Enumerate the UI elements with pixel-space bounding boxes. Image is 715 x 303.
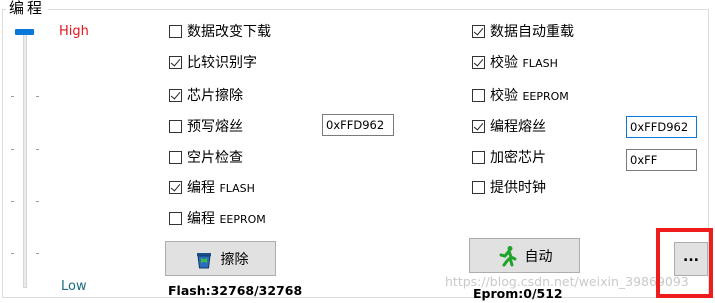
checkbox-label-suffix: EEPROM bbox=[219, 213, 266, 226]
slider-tick bbox=[11, 149, 14, 150]
slider-tick bbox=[36, 149, 39, 150]
checkbox-label-text: 校验 bbox=[490, 88, 518, 104]
checkbox-box[interactable] bbox=[169, 55, 182, 69]
erase-button-label: 擦除 bbox=[220, 251, 249, 268]
programming-group bbox=[2, 9, 709, 298]
checkbox-compare-id[interactable]: 比较识别字 bbox=[169, 53, 257, 71]
checkbox-label: 校验 EEPROM bbox=[490, 85, 569, 105]
checkbox-verify-eeprom[interactable]: 校验 EEPROM bbox=[472, 86, 569, 104]
highlight-box bbox=[656, 228, 713, 298]
flash-status: Flash:32768/32768 bbox=[168, 283, 303, 298]
checkbox-label-text: 编程 bbox=[187, 211, 215, 227]
slider-tick bbox=[11, 201, 14, 202]
checkbox-program-flash[interactable]: 编程 FLASH bbox=[169, 178, 255, 196]
checkbox-label-suffix: FLASH bbox=[219, 182, 255, 195]
checkbox-program-fuse[interactable]: 编程熔丝 bbox=[472, 117, 546, 135]
checkbox-blank-check[interactable]: 空片检查 bbox=[169, 148, 243, 166]
slider-tick bbox=[11, 253, 14, 254]
checkbox-box[interactable] bbox=[169, 88, 182, 102]
level-slider-track[interactable] bbox=[23, 30, 27, 288]
checkbox-label-text: 编程 bbox=[187, 180, 215, 196]
checkbox-label-suffix: EEPROM bbox=[522, 90, 569, 103]
checkbox-provide-clock[interactable]: 提供时钟 bbox=[472, 178, 546, 196]
checkbox-label-text: 校验 bbox=[490, 55, 518, 71]
checkbox-label: 编程 EEPROM bbox=[187, 208, 266, 228]
checkbox-box[interactable] bbox=[472, 150, 485, 164]
checkbox-box[interactable] bbox=[169, 211, 182, 225]
auto-button-label: 自动 bbox=[524, 248, 553, 265]
checkbox-label: 校验 FLASH bbox=[490, 52, 558, 72]
checkbox-label: 空片检查 bbox=[187, 150, 243, 166]
checkbox-auto-reload[interactable]: 数据自动重载 bbox=[472, 22, 574, 40]
checkbox-program-eeprom[interactable]: 编程 EEPROM bbox=[169, 209, 266, 227]
checkbox-label: 预写熔丝 bbox=[187, 119, 243, 135]
checkbox-box[interactable] bbox=[472, 24, 485, 38]
group-title: 编程 bbox=[6, 0, 49, 17]
checkbox-box[interactable] bbox=[169, 150, 182, 164]
slider-tick bbox=[36, 201, 39, 202]
low-label: Low bbox=[61, 279, 87, 294]
checkbox-label: 编程 FLASH bbox=[187, 177, 255, 197]
checkbox-encrypt-chip[interactable]: 加密芯片 bbox=[472, 148, 546, 166]
checkbox-label: 加密芯片 bbox=[490, 150, 546, 166]
checkbox-prewrite-fuse[interactable]: 预写熔丝 bbox=[169, 117, 243, 135]
level-slider-thumb[interactable] bbox=[15, 29, 34, 35]
checkbox-box[interactable] bbox=[472, 88, 485, 102]
checkbox-label: 提供时钟 bbox=[490, 180, 546, 196]
checkbox-label: 数据改变下载 bbox=[187, 24, 271, 40]
slider-tick bbox=[11, 96, 14, 97]
checkbox-label-suffix: FLASH bbox=[522, 57, 558, 70]
erase-button[interactable]: 擦除 bbox=[165, 241, 276, 276]
checkbox-box[interactable] bbox=[472, 180, 485, 194]
program-fuse-input[interactable] bbox=[626, 116, 697, 138]
slider-tick bbox=[36, 253, 39, 254]
checkbox-box[interactable] bbox=[169, 180, 182, 194]
checkbox-label: 芯片擦除 bbox=[187, 88, 243, 104]
checkbox-box[interactable] bbox=[472, 55, 485, 69]
checkbox-label: 比较识别字 bbox=[187, 55, 257, 71]
checkbox-box[interactable] bbox=[472, 119, 485, 133]
trash-icon bbox=[193, 248, 215, 270]
slider-tick bbox=[36, 96, 39, 97]
checkbox-label: 编程熔丝 bbox=[490, 119, 546, 135]
checkbox-verify-flash[interactable]: 校验 FLASH bbox=[472, 53, 558, 71]
encrypt-input[interactable] bbox=[626, 149, 697, 171]
checkbox-label: 数据自动重载 bbox=[490, 24, 574, 40]
watermark-text: https://blog.csdn.net/weixin_39869093 bbox=[445, 274, 689, 289]
high-label: High bbox=[59, 24, 89, 39]
checkbox-data-change-download[interactable]: 数据改变下载 bbox=[169, 22, 271, 40]
auto-button[interactable]: 自动 bbox=[469, 238, 580, 273]
prewrite-fuse-input[interactable] bbox=[322, 114, 394, 136]
checkbox-box[interactable] bbox=[169, 119, 182, 133]
checkbox-box[interactable] bbox=[169, 24, 182, 38]
running-man-icon bbox=[497, 245, 519, 267]
checkbox-chip-erase[interactable]: 芯片擦除 bbox=[169, 86, 243, 104]
